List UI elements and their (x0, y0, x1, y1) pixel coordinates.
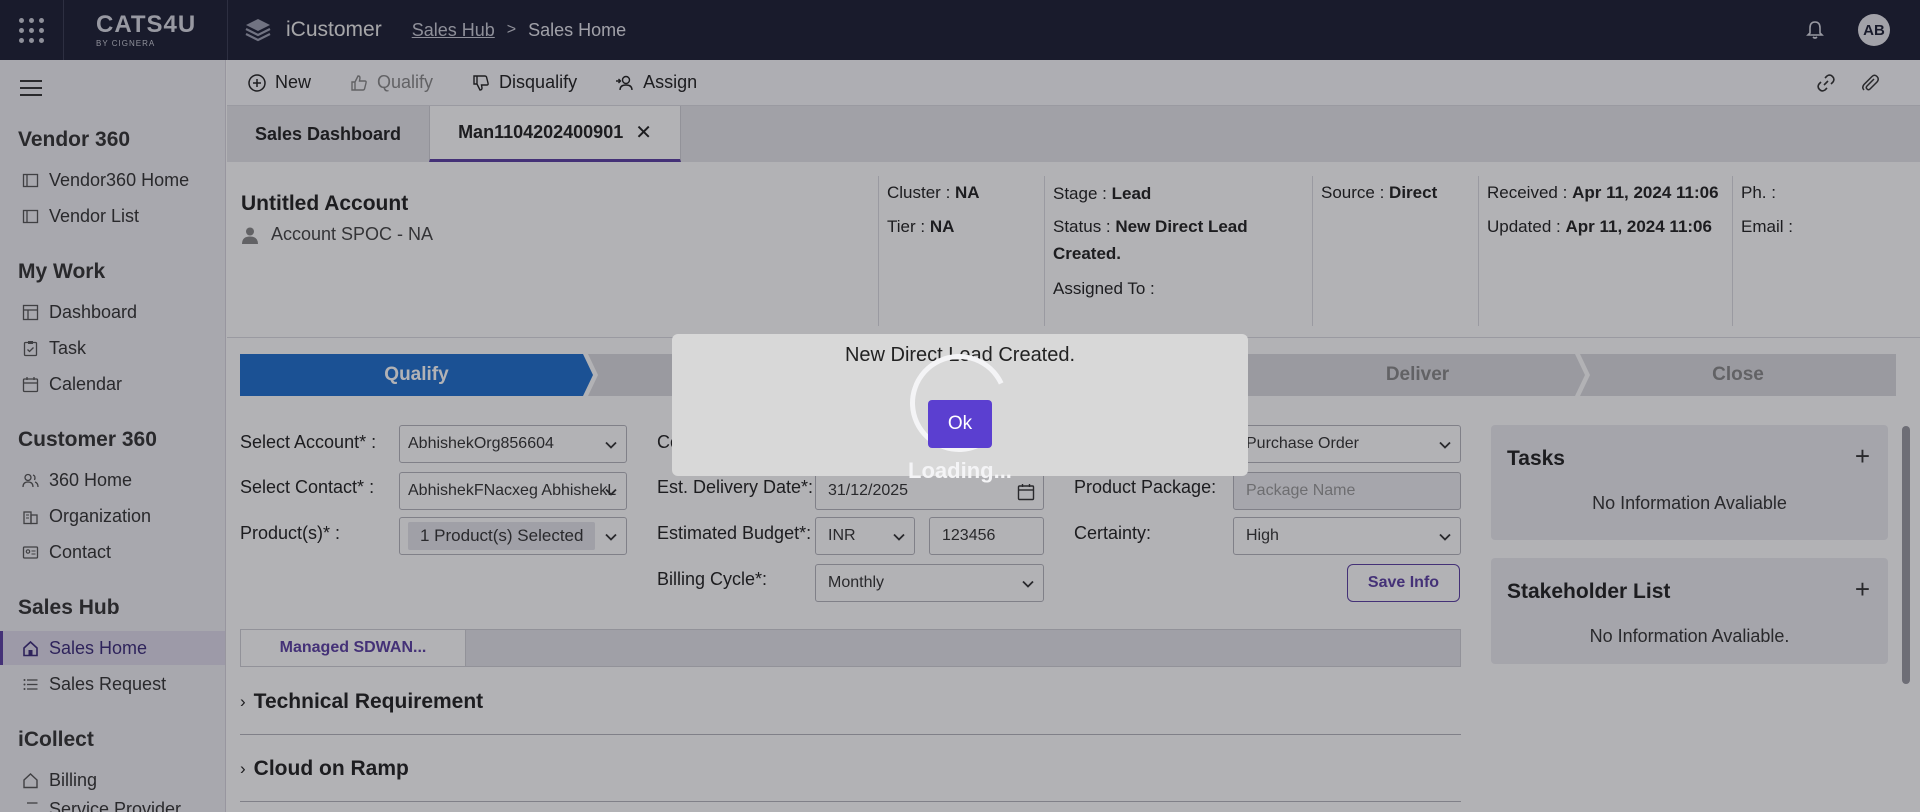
loading-text: Loading... (908, 458, 1012, 483)
ok-button[interactable]: Ok (928, 400, 992, 448)
